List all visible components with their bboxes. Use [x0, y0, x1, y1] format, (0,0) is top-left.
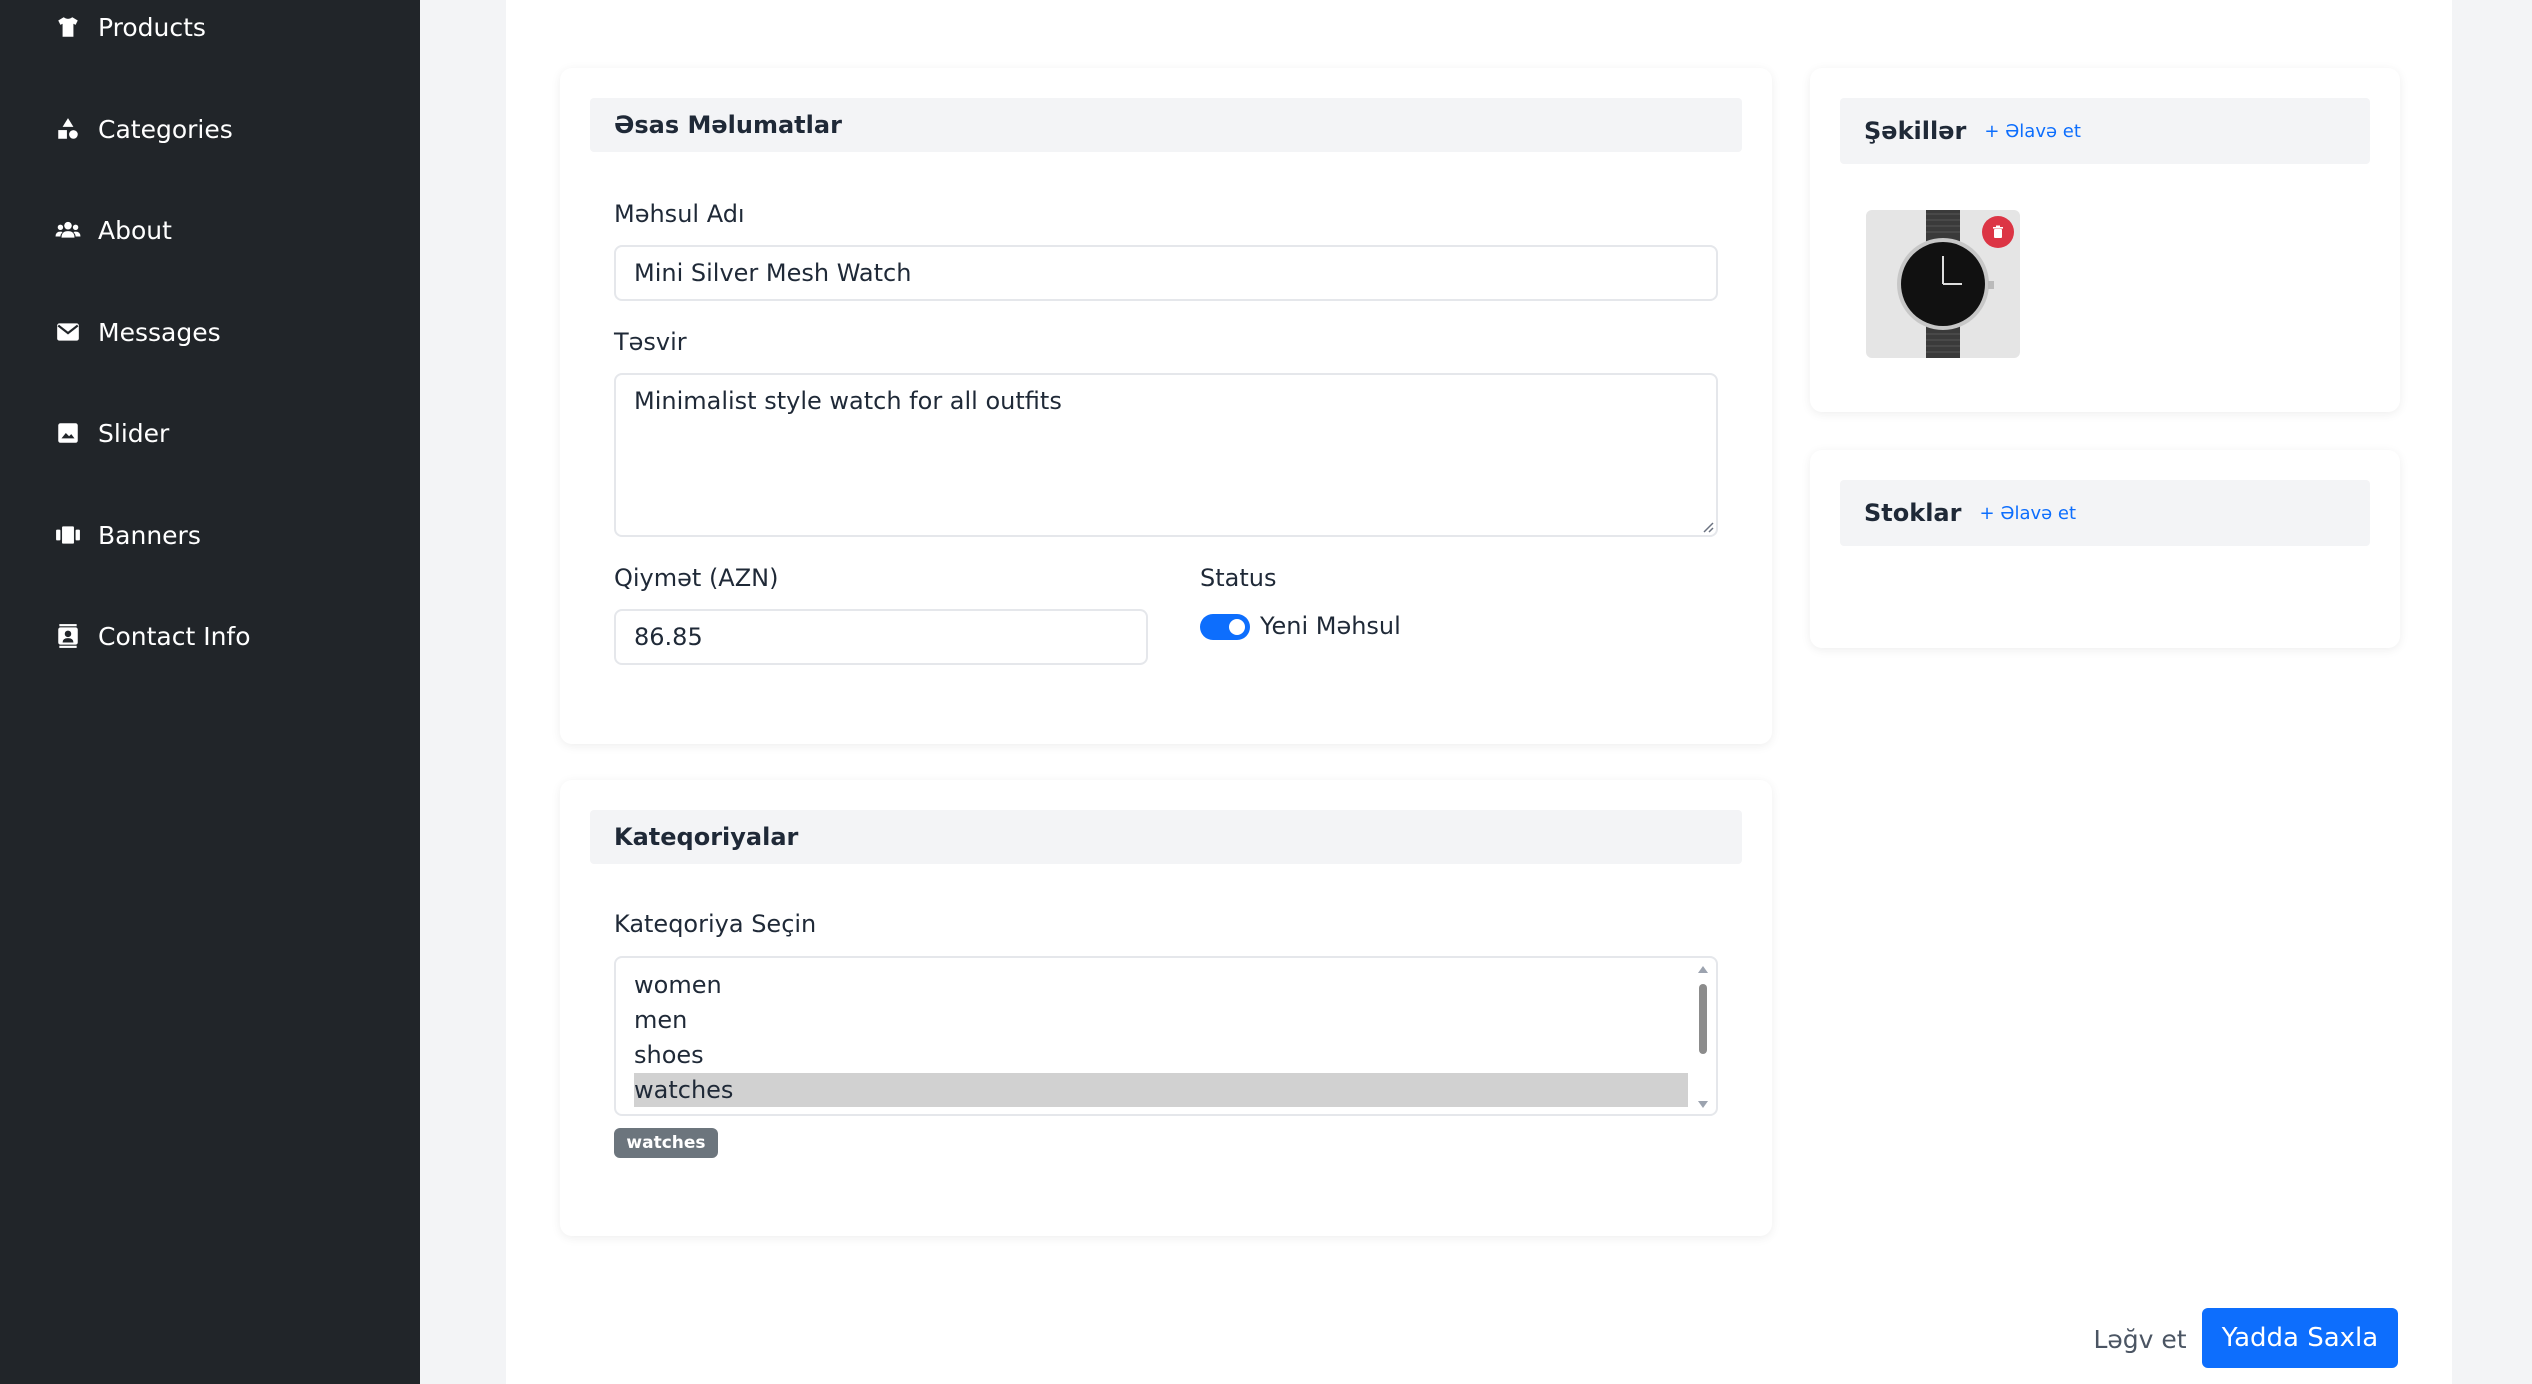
category-multiselect[interactable]: women men shoes watches	[614, 956, 1718, 1116]
category-option-women[interactable]: women	[634, 968, 1688, 1002]
description-label: Təsvir	[614, 328, 687, 356]
envelope-icon	[54, 318, 82, 346]
sidebar-item-messages[interactable]: Messages	[54, 307, 221, 357]
selected-category-tag: watches	[614, 1128, 718, 1158]
sidebar-item-products[interactable]: Products	[54, 2, 206, 52]
status-label: Status	[1200, 564, 1277, 592]
main-content: Əsas Məlumatlar Məhsul Adı Mini Silver M…	[506, 0, 2452, 1384]
shapes-icon	[54, 115, 82, 143]
add-stock-link[interactable]: + Əlavə et	[1979, 503, 2076, 524]
product-name-label: Məhsul Adı	[614, 200, 745, 228]
sidebar-item-slider[interactable]: Slider	[54, 408, 169, 458]
category-option-men[interactable]: men	[634, 1003, 1688, 1037]
sidebar-item-label: Messages	[98, 317, 221, 347]
description-textarea[interactable]: Minimalist style watch for all outfits	[614, 373, 1718, 537]
description-value: Minimalist style watch for all outfits	[634, 387, 1062, 415]
sidebar-item-about[interactable]: About	[54, 205, 172, 255]
categories-header: Kateqoriyalar	[590, 810, 1742, 864]
card-title: Kateqoriyalar	[614, 823, 799, 851]
sidebar-item-contact-info[interactable]: Contact Info	[54, 611, 251, 661]
stocks-card: Stoklar + Əlavə et	[1810, 450, 2400, 648]
product-name-value: Mini Silver Mesh Watch	[634, 259, 912, 287]
price-input[interactable]: 86.85	[614, 609, 1148, 665]
select-scrollbar[interactable]	[1694, 962, 1712, 1112]
images-header: Şəkillər + Əlavə et	[1840, 98, 2370, 164]
sidebar: Products Categories About Messages Slide…	[0, 0, 420, 1384]
price-label: Qiymət (AZN)	[614, 564, 779, 592]
new-product-toggle[interactable]	[1200, 614, 1250, 640]
new-product-label: Yeni Məhsul	[1260, 612, 1401, 640]
sidebar-item-banners[interactable]: Banners	[54, 510, 201, 560]
basic-info-card: Əsas Məlumatlar Məhsul Adı Mini Silver M…	[560, 68, 1772, 744]
cancel-button[interactable]: Ləğv et	[2066, 1310, 2214, 1368]
sidebar-item-label: Banners	[98, 520, 201, 550]
delete-image-button[interactable]	[1982, 216, 2014, 248]
panels-icon	[54, 521, 82, 549]
add-image-link[interactable]: + Əlavə et	[1984, 121, 2081, 142]
save-button[interactable]: Yadda Saxla	[2202, 1308, 2398, 1368]
sidebar-item-label: Slider	[98, 418, 170, 448]
save-label: Yadda Saxla	[2221, 1323, 2379, 1353]
users-icon	[54, 216, 82, 244]
product-name-input[interactable]: Mini Silver Mesh Watch	[614, 245, 1718, 301]
images-card: Şəkillər + Əlavə et	[1810, 68, 2400, 412]
cancel-label: Ləğv et	[2093, 1324, 2187, 1354]
card-title: Stoklar	[1864, 499, 1962, 527]
sidebar-item-label: Products	[98, 12, 206, 42]
category-select-label: Kateqoriya Seçin	[614, 910, 817, 938]
categories-card: Kateqoriyalar Kateqoriya Seçin women men…	[560, 780, 1772, 1236]
category-option-shoes[interactable]: shoes	[634, 1038, 1688, 1072]
card-title: Şəkillər	[1864, 117, 1967, 145]
resize-grip-icon[interactable]	[1700, 519, 1714, 533]
basic-info-header: Əsas Məlumatlar	[590, 98, 1742, 152]
image-icon	[54, 419, 82, 447]
toggle-knob	[1229, 619, 1245, 635]
stocks-header: Stoklar + Əlavə et	[1840, 480, 2370, 546]
shirt-icon	[54, 13, 82, 41]
sidebar-item-label: Contact Info	[98, 621, 251, 651]
category-option-watches[interactable]: watches	[634, 1073, 1688, 1107]
sidebar-item-label: About	[98, 215, 172, 245]
trash-icon	[1993, 225, 2003, 238]
sidebar-item-categories[interactable]: Categories	[54, 104, 233, 154]
price-value: 86.85	[634, 623, 703, 651]
tag-label: watches	[626, 1133, 706, 1153]
sidebar-item-label: Categories	[98, 114, 233, 144]
contact-card-icon	[54, 622, 82, 650]
card-title: Əsas Məlumatlar	[614, 111, 842, 139]
product-image-thumbnail[interactable]	[1866, 210, 2020, 358]
